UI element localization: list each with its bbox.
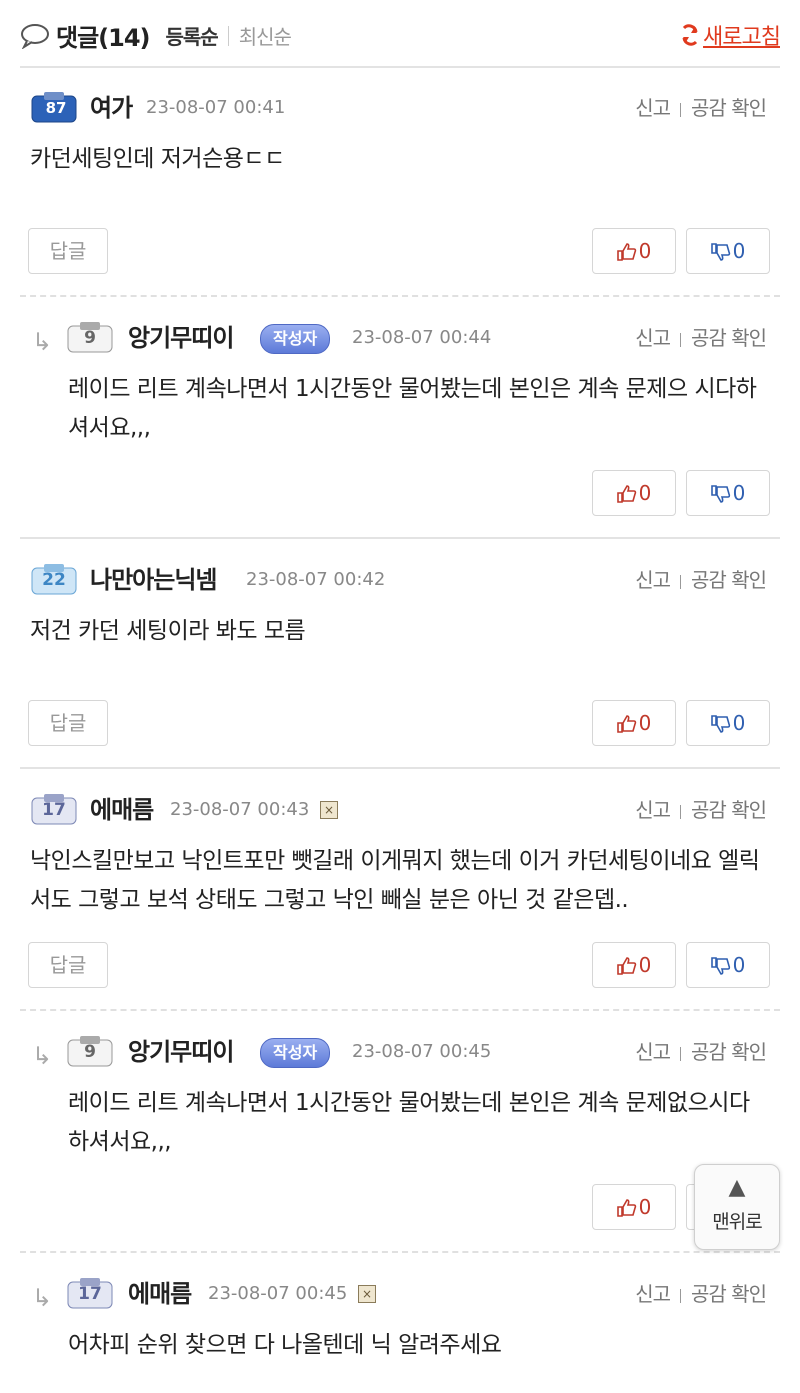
report-link[interactable]: 신고 xyxy=(635,1282,671,1306)
comment-count-title: 댓글(14) xyxy=(56,24,150,52)
reply-comment-item: ↳ 9 앙기무띠이 작성자 23-08-07 00:44 신고 공감 확인 레이드… xyxy=(20,320,780,530)
thumbs-down-icon xyxy=(710,957,730,975)
comment-text: 카던세팅인데 저거슨용ㄷㄷ xyxy=(30,146,285,172)
reply-comment-item: ↳ 17 에매름 23-08-07 00:45 × 신고 공감 확인 어차피 순위… xyxy=(20,1276,780,1386)
comment-header: 댓글(14) 등록순 최신순 새로고침 xyxy=(20,0,781,68)
block-user-icon[interactable]: × xyxy=(320,801,338,819)
reply-arrow-icon: ↳ xyxy=(32,1042,53,1070)
comment-nickname[interactable]: 에매름 xyxy=(128,1276,192,1312)
upvote-count: 0 xyxy=(638,239,652,263)
speech-bubble-icon xyxy=(21,23,49,49)
comment-nickname[interactable]: 여가 xyxy=(90,90,133,126)
downvote-count: 0 xyxy=(732,711,746,735)
comment-text: 어차피 순위 찾으면 다 나올텐데 닉 알려주세요 xyxy=(68,1332,502,1358)
author-badge: 작성자 xyxy=(260,324,331,354)
comment-nickname[interactable]: 앙기무띠이 xyxy=(128,320,234,356)
report-link[interactable]: 신고 xyxy=(635,326,671,350)
upvote-button[interactable]: 0 xyxy=(592,470,676,516)
downvote-button[interactable]: 0 xyxy=(686,700,770,746)
likes-check-link[interactable]: 공감 확인 xyxy=(691,798,767,822)
comment-divider xyxy=(20,1251,780,1253)
reply-comment-item: ↳ 9 앙기무띠이 작성자 23-08-07 00:45 신고 공감 확인 레이드… xyxy=(20,1034,780,1244)
level-number: 17 xyxy=(78,1284,102,1304)
sort-by-registration[interactable]: 등록순 xyxy=(166,21,219,50)
reply-button[interactable]: 답글 xyxy=(28,228,108,274)
report-link[interactable]: 신고 xyxy=(635,1040,671,1064)
reply-arrow-icon: ↳ xyxy=(32,1284,53,1312)
up-triangle-icon: ▲ xyxy=(728,1175,746,1200)
comment-nickname[interactable]: 앙기무띠이 xyxy=(128,1034,234,1070)
reply-arrow-icon: ↳ xyxy=(32,328,53,356)
comment-item: 22 나만아는닉넴 23-08-07 00:42 신고 공감 확인 저건 카던 세… xyxy=(20,562,780,762)
comment-text: 저건 카던 세팅이라 봐도 모름 xyxy=(30,618,306,644)
comment-date: 23-08-07 00:45 xyxy=(208,1283,348,1304)
block-user-icon[interactable]: × xyxy=(358,1285,376,1303)
sort-by-latest[interactable]: 최신순 xyxy=(239,21,292,50)
comment-text: 낙인스킬만보고 낙인트포만 뺏길래 이게뭐지 했는데 이거 카던세팅이네요 엘릭… xyxy=(30,848,760,913)
upvote-count: 0 xyxy=(638,953,652,977)
comment-date: 23-08-07 00:42 xyxy=(246,569,386,590)
thumbs-up-icon xyxy=(616,715,636,733)
comment-item: 17 에매름 23-08-07 00:43 × 신고 공감 확인 낙인스킬만보고 … xyxy=(20,792,780,1002)
level-number: 22 xyxy=(42,570,66,590)
likes-check-link[interactable]: 공감 확인 xyxy=(691,1282,767,1306)
upvote-button[interactable]: 0 xyxy=(592,1184,676,1230)
sort-divider xyxy=(227,25,229,46)
report-link[interactable]: 신고 xyxy=(635,568,671,592)
level-number: 9 xyxy=(84,328,96,348)
thumbs-up-icon xyxy=(616,1199,636,1217)
comment-nickname[interactable]: 나만아는닉넴 xyxy=(90,562,217,598)
scroll-to-top-button[interactable]: ▲ 맨위로 xyxy=(694,1164,780,1250)
refresh-button[interactable]: 새로고침 xyxy=(681,19,781,51)
comment-date: 23-08-07 00:45 xyxy=(352,1041,492,1062)
refresh-label: 새로고침 xyxy=(703,25,781,50)
comment-text: 레이드 리트 계속나면서 1시간동안 물어봤는데 본인은 계속 문제으 시다하셔… xyxy=(68,376,757,441)
thumbs-down-icon xyxy=(710,715,730,733)
author-badge: 작성자 xyxy=(260,1038,331,1068)
comment-date: 23-08-07 00:43 xyxy=(170,799,310,820)
thumbs-up-icon xyxy=(616,243,636,261)
report-link[interactable]: 신고 xyxy=(635,96,671,120)
upvote-count: 0 xyxy=(638,711,652,735)
reply-button[interactable]: 답글 xyxy=(28,942,108,988)
likes-check-link[interactable]: 공감 확인 xyxy=(691,1040,767,1064)
upvote-count: 0 xyxy=(638,1195,652,1219)
comment-divider xyxy=(20,1009,780,1011)
downvote-count: 0 xyxy=(732,481,746,505)
comment-date: 23-08-07 00:41 xyxy=(146,97,286,118)
downvote-button[interactable]: 0 xyxy=(686,228,770,274)
comment-nickname[interactable]: 에매름 xyxy=(90,792,154,828)
thumbs-down-icon xyxy=(710,243,730,261)
downvote-count: 0 xyxy=(732,239,746,263)
upvote-button[interactable]: 0 xyxy=(592,942,676,988)
level-number: 9 xyxy=(84,1042,96,1062)
comment-divider xyxy=(20,767,780,769)
refresh-icon xyxy=(682,24,698,46)
comment-divider xyxy=(20,537,780,539)
downvote-button[interactable]: 0 xyxy=(686,942,770,988)
comment-item: 87 여가 23-08-07 00:41 신고 공감 확인 카던세팅인데 저거슨용… xyxy=(20,90,780,290)
comment-text: 레이드 리트 계속나면서 1시간동안 물어봤는데 본인은 계속 문제없으시다하셔… xyxy=(68,1090,750,1155)
thumbs-up-icon xyxy=(616,957,636,975)
upvote-button[interactable]: 0 xyxy=(592,700,676,746)
downvote-count: 0 xyxy=(732,953,746,977)
thumbs-up-icon xyxy=(616,485,636,503)
level-number: 87 xyxy=(45,99,67,117)
likes-check-link[interactable]: 공감 확인 xyxy=(691,568,767,592)
level-number: 17 xyxy=(42,800,66,820)
comment-divider xyxy=(20,295,780,297)
scroll-to-top-label: 맨위로 xyxy=(712,1211,762,1233)
report-link[interactable]: 신고 xyxy=(635,798,671,822)
downvote-button[interactable]: 0 xyxy=(686,470,770,516)
thumbs-down-icon xyxy=(710,485,730,503)
upvote-count: 0 xyxy=(638,481,652,505)
reply-button[interactable]: 답글 xyxy=(28,700,108,746)
upvote-button[interactable]: 0 xyxy=(592,228,676,274)
likes-check-link[interactable]: 공감 확인 xyxy=(691,326,767,350)
comment-date: 23-08-07 00:44 xyxy=(352,327,492,348)
likes-check-link[interactable]: 공감 확인 xyxy=(691,96,767,120)
